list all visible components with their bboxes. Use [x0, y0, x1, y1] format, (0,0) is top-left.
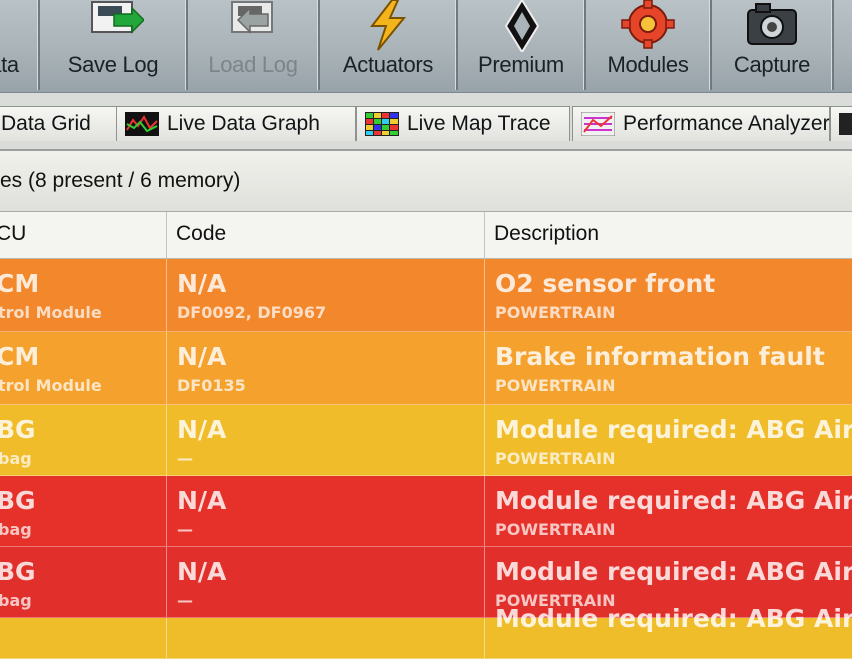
- load-log-button[interactable]: Load Log: [188, 0, 320, 90]
- fault-summary-text: es (8 present / 6 memory): [0, 169, 241, 192]
- renault-logo-icon: [504, 0, 540, 52]
- ecu-name: BG: [0, 486, 36, 515]
- main-toolbar: ata Save Log Load Log Actuators Premium: [0, 0, 852, 94]
- actuators-label: Actuators: [342, 52, 434, 77]
- column-header-description[interactable]: Description: [494, 222, 599, 246]
- premium-button[interactable]: Premium: [458, 0, 586, 90]
- save-log-label: Save Log: [67, 52, 159, 77]
- table-row[interactable]: BG bag N/A — Module required: ABG Airb POWE…: [0, 476, 852, 547]
- fault-category: POWERTRAIN: [495, 520, 616, 539]
- tab-live-data-graph[interactable]: Live Data Graph: [116, 106, 356, 141]
- fault-description: Module required: ABG Airb: [495, 415, 852, 444]
- graph-icon: [125, 112, 159, 136]
- gear-icon: [621, 0, 675, 49]
- fault-category: POWERTRAIN: [495, 449, 616, 468]
- column-divider[interactable]: [484, 212, 485, 258]
- more-toolbar-button[interactable]: [834, 0, 852, 90]
- camera-icon: [747, 3, 797, 45]
- column-divider[interactable]: [166, 212, 167, 258]
- capture-label: Capture: [733, 52, 811, 77]
- ecu-name: CM: [0, 342, 40, 371]
- fault-code: N/A: [177, 415, 227, 444]
- tab-live-data-graph-label: Live Data Graph: [167, 112, 320, 135]
- fault-code-detail: —: [177, 520, 193, 539]
- tab-data-grid[interactable]: Data Grid: [0, 106, 122, 141]
- fault-code: N/A: [177, 557, 227, 586]
- data-button[interactable]: ata: [0, 0, 40, 90]
- tab-live-map-trace[interactable]: Live Map Trace: [356, 106, 570, 141]
- tab-more-icon: [839, 113, 852, 135]
- tab-performance-analyzer-label: Performance Analyzer: [623, 112, 830, 135]
- tab-strip: Data Grid Live Data Graph Live Map Trace…: [0, 93, 852, 151]
- table-row[interactable]: CM trol Module N/A DF0092, DF0967 O2 senso…: [0, 259, 852, 332]
- ecu-description: trol Module: [0, 303, 102, 322]
- fault-code-detail: DF0092, DF0967: [177, 303, 327, 322]
- fault-code-detail: —: [177, 449, 193, 468]
- capture-button[interactable]: Capture: [712, 0, 834, 90]
- modules-button[interactable]: Modules: [586, 0, 712, 90]
- fault-code-detail: DF0135: [177, 376, 246, 395]
- ecu-description: bag: [0, 449, 32, 468]
- fault-code: N/A: [177, 486, 227, 515]
- fault-code-detail: —: [177, 591, 193, 610]
- ecu-description: trol Module: [0, 376, 102, 395]
- ecu-description: bag: [0, 520, 32, 539]
- save-log-icon: [91, 1, 144, 34]
- actuators-button[interactable]: Actuators: [320, 0, 458, 90]
- ecu-description: bag: [0, 591, 32, 610]
- ecu-name: BG: [0, 415, 36, 444]
- save-log-button[interactable]: Save Log: [40, 0, 188, 90]
- tab-live-map-trace-label: Live Map Trace: [407, 112, 551, 135]
- load-log-label: Load Log: [208, 52, 298, 77]
- table-row[interactable]: Module required: ABG Airb: [0, 604, 852, 659]
- table-row[interactable]: CM trol Module N/A DF0135 Brake informatio…: [0, 332, 852, 405]
- fault-description: Module required: ABG Airb: [495, 486, 852, 515]
- table-row[interactable]: BG bag N/A — Module required: ABG Airb POWE…: [0, 405, 852, 476]
- load-log-icon: [231, 1, 273, 34]
- fault-table-header: CU Code Description: [0, 212, 852, 259]
- map-grid-icon: [365, 112, 399, 136]
- fault-code: N/A: [177, 269, 227, 298]
- data-button-label: ata: [0, 52, 19, 77]
- fault-description: O2 sensor front: [495, 269, 716, 298]
- tab-more[interactable]: [830, 106, 852, 141]
- fault-code: N/A: [177, 342, 227, 371]
- performance-icon: [581, 112, 615, 136]
- fault-description: Brake information fault: [495, 342, 825, 371]
- column-header-code[interactable]: Code: [176, 222, 226, 246]
- column-header-ecu[interactable]: CU: [0, 222, 26, 246]
- fault-description: Module required: ABG Airb: [495, 604, 852, 633]
- tab-performance-analyzer[interactable]: Performance Analyzer: [572, 106, 830, 141]
- premium-label: Premium: [478, 52, 564, 77]
- modules-label: Modules: [607, 52, 689, 77]
- fault-category: POWERTRAIN: [495, 376, 616, 395]
- tab-data-grid-label: Data Grid: [1, 112, 91, 135]
- lightning-icon: [369, 0, 407, 51]
- fault-category: POWERTRAIN: [495, 303, 616, 322]
- ecu-name: BG: [0, 557, 36, 586]
- ecu-name: CM: [0, 269, 40, 298]
- fault-description: Module required: ABG Airb: [495, 557, 852, 586]
- fault-summary-bar: es (8 present / 6 memory): [0, 151, 852, 212]
